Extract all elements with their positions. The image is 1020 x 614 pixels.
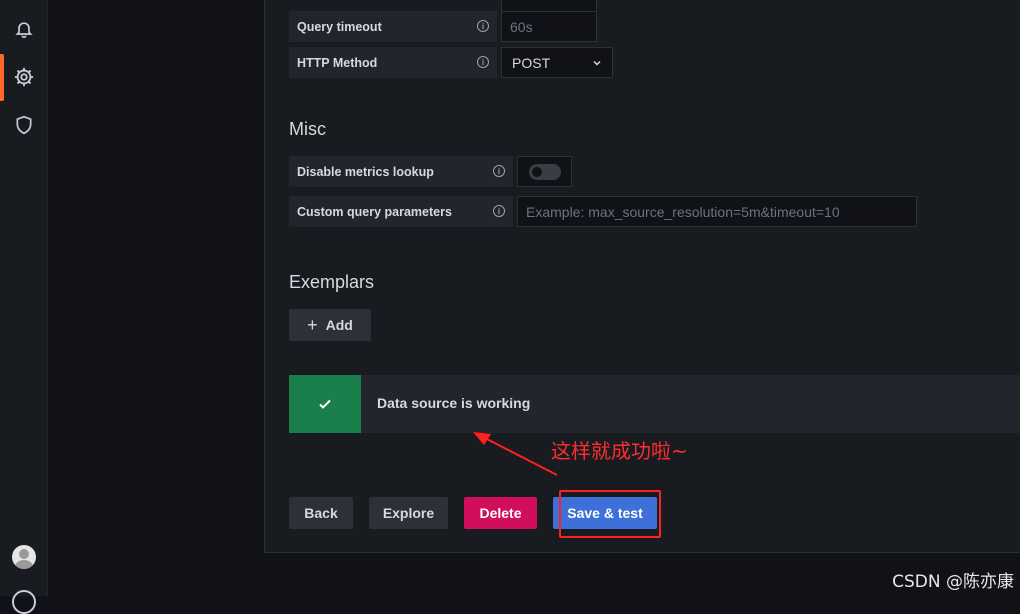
bell-icon[interactable] (12, 17, 36, 41)
info-icon[interactable]: i (477, 20, 489, 32)
sidebar (0, 0, 48, 614)
alert-message: Data source is working (377, 395, 531, 411)
disable-metrics-toggle-wrapper (517, 156, 572, 187)
chevron-down-icon (593, 60, 601, 66)
alert-icon-box (289, 375, 361, 433)
http-method-label-text: HTTP Method (297, 55, 378, 70)
add-exemplar-button[interactable]: + Add (289, 309, 371, 341)
disable-metrics-label: Disable metrics lookup i (289, 156, 513, 187)
explore-button[interactable]: Explore (369, 497, 448, 529)
check-icon (319, 399, 331, 409)
info-icon[interactable]: i (493, 205, 505, 217)
annotation-text: 这样就成功啦~ (551, 439, 688, 463)
disable-metrics-label-text: Disable metrics lookup (297, 164, 434, 179)
gear-icon[interactable] (12, 65, 36, 89)
disable-metrics-toggle[interactable] (529, 164, 561, 180)
custom-query-params-input[interactable]: Example: max_source_resolution=5m&timeou… (517, 196, 917, 227)
avatar[interactable] (12, 545, 36, 569)
add-exemplar-label: Add (325, 317, 353, 333)
query-timeout-label-text: Query timeout (297, 19, 382, 34)
back-button[interactable]: Back (289, 497, 353, 529)
info-icon[interactable]: i (493, 165, 505, 177)
custom-query-params-placeholder: Example: max_source_resolution=5m&timeou… (526, 203, 840, 220)
exemplars-title: Exemplars (289, 272, 375, 292)
shield-icon[interactable] (12, 113, 36, 137)
info-icon[interactable]: i (477, 56, 489, 68)
delete-button[interactable]: Delete (464, 497, 537, 529)
settings-panel (264, 0, 1020, 553)
active-indicator (0, 54, 4, 101)
query-timeout-label: Query timeout i (289, 11, 497, 42)
http-method-value: POST (512, 54, 551, 71)
custom-query-params-label-text: Custom query parameters (297, 204, 452, 219)
success-alert: Data source is working (289, 375, 1020, 433)
query-timeout-input[interactable]: 60s (501, 11, 597, 42)
plus-icon: + (307, 315, 318, 335)
http-method-select[interactable]: POST (501, 47, 613, 78)
http-method-label: HTTP Method i (289, 47, 497, 78)
toggle-knob (532, 167, 542, 177)
annotation-highlight-box (559, 490, 661, 538)
custom-query-params-label: Custom query parameters i (289, 196, 513, 227)
help-icon[interactable] (12, 590, 36, 614)
annotation-arrow (473, 432, 558, 476)
watermark: CSDN @陈亦康 (892, 572, 1014, 592)
misc-title: Misc (289, 119, 326, 139)
query-timeout-placeholder: 60s (510, 18, 533, 35)
